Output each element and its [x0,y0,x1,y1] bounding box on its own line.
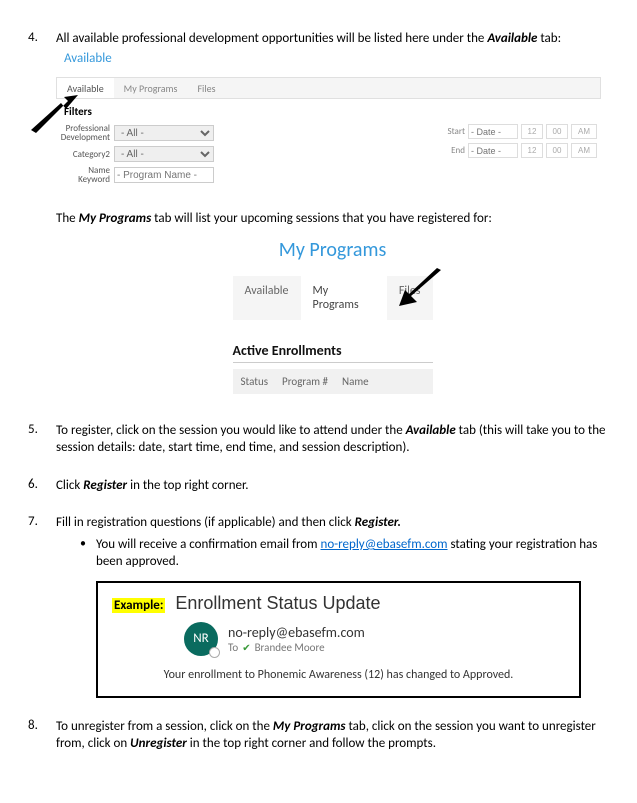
active-enrollments-header: Status Program # Name [233,369,433,394]
from-address: no-reply@ebasefm.com [228,624,365,641]
arrow-icon [397,268,443,306]
col-status: Status [241,375,269,388]
my-programs-title: My Programs [233,238,433,262]
step-5: 5. To register, click on the session you… [28,422,609,457]
text-bold: My Programs [79,211,152,226]
email-link[interactable]: no-reply@ebasefm.com [321,537,448,552]
filter-right: Start End [256,124,601,188]
input-start-ampm[interactable] [571,124,597,139]
text: in the top right corner. [127,478,248,493]
tab-files[interactable]: Files [187,78,225,98]
text-bold: Register [83,478,127,493]
input-end-ampm[interactable] [571,143,597,158]
text-bold: Available [487,31,537,46]
email-subject: Enrollment Status Update [175,593,380,614]
text: To register, click on the session you wo… [56,423,406,438]
text-bold: Available [406,423,456,438]
text: tab: [537,31,561,46]
step-6: 6. Click Register in the top right corne… [28,477,609,495]
screenshot-available-tab: Available My Programs Files Filters Prof… [56,77,601,188]
input-end-min[interactable] [546,143,568,158]
active-enrollments-block: Active Enrollments Status Program # Name [233,342,433,394]
input-keyword[interactable] [114,167,214,183]
tabs-row: Available My Programs Files [56,77,601,99]
email-body: Your enrollment to Phonemic Awareness (1… [112,668,565,682]
check-icon: ✔ [242,641,250,654]
text-bold: Register. [355,515,401,530]
label-end: End [439,145,465,156]
step-text: Fill in registration questions (if appli… [56,514,609,532]
screenshot-my-programs: My Programs Available My Programs Files [233,238,433,320]
select-cat2[interactable]: - All - [114,146,214,162]
text: Click [56,478,83,493]
label-start: Start [439,126,465,137]
col-program: Program # [282,375,328,388]
label-cat2: Category2 [56,150,114,159]
step-num: 5. [28,422,38,437]
step-text: To register, click on the session you wo… [56,422,609,457]
active-enrollments-title: Active Enrollments [233,342,433,363]
text-bold: Unregister [130,736,187,751]
arrow-icon [26,95,78,135]
available-link: Available [56,50,609,68]
input-start-date[interactable] [468,124,518,139]
bullet: You will receive a confirmation email fr… [56,536,609,571]
input-end-hour[interactable] [521,143,543,158]
step-text: Click Register in the top right corner. [56,477,609,495]
filter-rows: Professional Development - All - Categor… [56,124,601,188]
input-end-date[interactable] [468,143,518,158]
text: All available professional development o… [56,31,487,46]
step-8: 8. To unregister from a session, click o… [28,718,609,753]
step-num: 4. [28,30,38,45]
step-num: 6. [28,477,38,492]
step-text: To unregister from a session, click on t… [56,718,609,753]
step-4: 4. All available professional developmen… [28,30,609,394]
tab-available-2[interactable]: Available [233,276,301,320]
step-text: All available professional development o… [56,30,609,67]
from-block: no-reply@ebasefm.com To ✔ Brandee Moore [228,624,365,654]
col-name: Name [342,375,369,388]
text-bold: My Programs [273,719,346,734]
text: The [56,211,79,226]
step-7: 7. Fill in registration questions (if ap… [28,514,609,698]
avatar: NR [184,622,218,656]
filter-left: Professional Development - All - Categor… [56,124,256,188]
text: To unregister from a session, click on t… [56,719,273,734]
example-label: Example: [112,598,165,613]
example-box: Example: Enrollment Status Update NR no-… [96,581,581,698]
text: in the top right corner and follow the p… [187,736,436,751]
input-start-hour[interactable] [521,124,543,139]
label-keyword: Name Keyword [56,166,114,184]
input-start-min[interactable] [546,124,568,139]
select-pd[interactable]: - All - [114,125,214,141]
filters-heading: Filters [56,99,601,124]
tab-my-programs-2[interactable]: My Programs [301,276,387,320]
step-num: 7. [28,514,38,529]
to-label: To [228,641,238,654]
text: tab will list your upcoming sessions tha… [151,211,492,226]
mid-text: The My Programs tab will list your upcom… [56,210,609,228]
tab-my-programs[interactable]: My Programs [114,78,188,98]
text: You will receive a confirmation email fr… [96,537,321,552]
to-name: Brandee Moore [255,641,325,654]
text: Fill in registration questions (if appli… [56,515,355,530]
step-num: 8. [28,718,38,733]
